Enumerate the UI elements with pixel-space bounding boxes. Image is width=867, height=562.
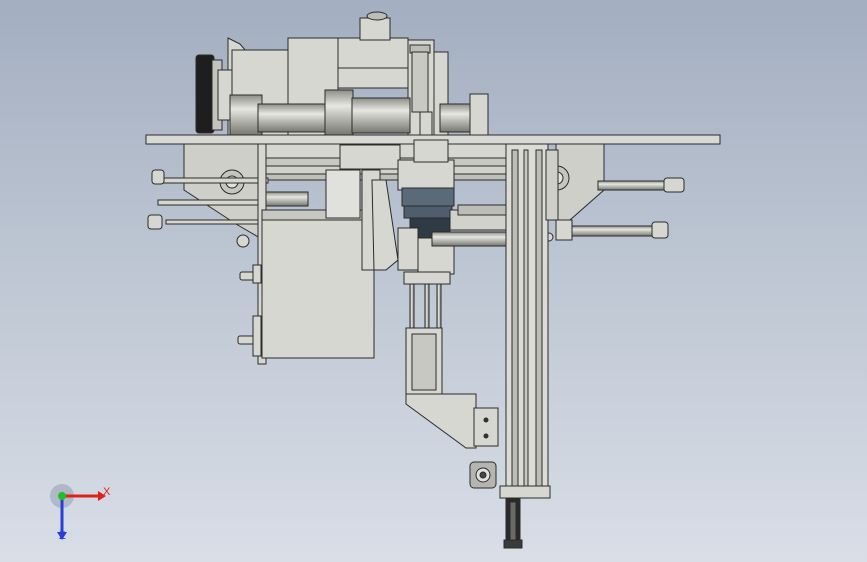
guide-rods [409, 283, 442, 335]
z-axis-label: Z [59, 530, 66, 542]
motor-box [261, 217, 375, 359]
lower-carriage [405, 327, 499, 489]
y-axis-dot [58, 492, 66, 500]
machine-assembly-model[interactable] [0, 0, 867, 562]
drive-pulley [195, 54, 233, 134]
cad-viewport[interactable]: X Z [0, 0, 867, 562]
x-axis-label: X [103, 486, 111, 498]
vertical-linear-module [499, 143, 551, 549]
